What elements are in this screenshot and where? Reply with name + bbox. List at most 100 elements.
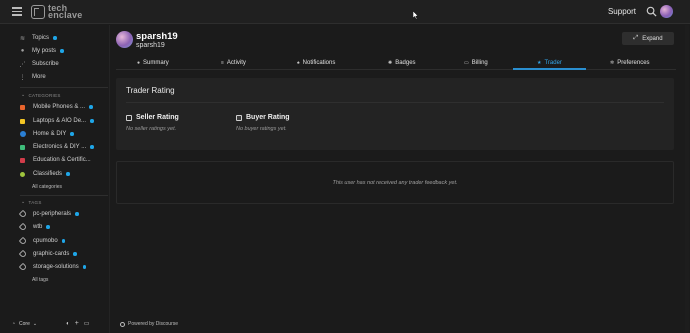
category-color-swatch: [20, 171, 25, 177]
unread-dot: [61, 239, 66, 243]
tab-billing[interactable]: ▭ Billing: [464, 56, 488, 70]
category-label: Mobile Phones & ...: [33, 104, 86, 110]
powered-by-label: Powered by Discourse: [128, 321, 179, 327]
ellipsis-icon: ⋮: [19, 74, 26, 81]
sidebar-item-label: Topics: [32, 35, 50, 41]
sidebar-tag-wtb[interactable]: wtb: [18, 222, 50, 232]
palette-icon: ◔: [12, 320, 16, 327]
tag-label: wtb: [33, 224, 43, 230]
profile-tabs: ● Summary ≡ Activity ♠ Notifications ✺ B…: [116, 56, 676, 70]
unread-dot: [70, 132, 74, 136]
unread-dot: [90, 119, 94, 123]
tags-heading[interactable]: ⌄ TAGS: [21, 199, 42, 205]
bars-icon: ≡: [221, 60, 224, 66]
sidebar-item-subscribe[interactable]: ⋰ Subscribe: [19, 59, 59, 69]
discourse-logo-icon: [120, 321, 125, 327]
sidebar-category-electronics[interactable]: Electronics & DIY ...: [19, 142, 94, 152]
tag-icon: [18, 262, 28, 272]
buyer-rating-section: Buyer Rating No buyer ratings yet.: [236, 114, 290, 132]
sidebar-item-label: More: [32, 74, 46, 80]
search-icon[interactable]: [646, 6, 657, 17]
sidebar-category-classifieds[interactable]: Classifieds: [19, 169, 70, 179]
gear-icon: ✲: [610, 60, 615, 66]
rss-icon: ⋰: [19, 61, 26, 68]
sidebar-tag-pc-peripherals[interactable]: pc-peripherals: [18, 209, 79, 219]
expand-label: Expand: [642, 35, 663, 42]
category-label: Classifieds: [33, 171, 63, 177]
sidebar-category-education[interactable]: Education & Certific...: [19, 155, 91, 165]
unread-dot: [73, 252, 77, 256]
categories-heading[interactable]: ⌄ CATEGORIES: [21, 92, 61, 98]
trader-rating-panel: Trader Rating Seller Rating No seller ra…: [116, 78, 674, 150]
tab-label: Preferences: [617, 60, 650, 66]
sidebar-item-more[interactable]: ⋮ More: [19, 72, 46, 82]
hamburger-menu-icon[interactable]: [12, 7, 22, 16]
profile-username: sparsh19: [136, 31, 178, 42]
unread-dot: [46, 225, 50, 229]
category-color-swatch: [20, 118, 25, 124]
user-avatar-button[interactable]: [660, 5, 673, 18]
active-tab-indicator: [513, 68, 586, 70]
seller-rating-heading: Seller Rating: [126, 114, 179, 121]
theme-selector[interactable]: Core: [19, 321, 30, 327]
sidebar-divider: [20, 195, 108, 196]
unread-dot: [90, 145, 94, 149]
add-icon[interactable]: +: [75, 320, 79, 327]
sidebar-tag-storage-solutions[interactable]: storage-solutions: [18, 262, 87, 272]
keyboard-icon[interactable]: ▭: [84, 320, 90, 327]
all-tags-link[interactable]: All tags: [32, 275, 48, 285]
unread-dot: [82, 265, 87, 269]
tag-label: cpumobo: [33, 238, 58, 244]
tag-label: graphic-cards: [33, 251, 70, 257]
logo-mark-icon: [31, 5, 45, 19]
tab-summary[interactable]: ● Summary: [137, 56, 169, 70]
category-label: Electronics & DIY ...: [33, 144, 87, 150]
sidebar-category-laptops[interactable]: Laptops & AIO De...: [19, 116, 94, 126]
seller-rating-section: Seller Rating No seller ratings yet.: [126, 114, 179, 132]
tab-preferences[interactable]: ✲ Preferences: [610, 56, 650, 70]
tab-badges[interactable]: ✺ Badges: [388, 56, 416, 70]
trader-feedback-panel: This user has not received any trader fe…: [116, 161, 674, 204]
panel-divider: [126, 102, 664, 103]
tab-notifications[interactable]: ♠ Notifications: [297, 56, 335, 70]
profile-avatar[interactable]: [116, 31, 133, 48]
tab-label: Billing: [471, 60, 488, 66]
bell-icon: ♠: [297, 60, 300, 66]
color-scheme-toggle-icon[interactable]: ◐: [66, 321, 70, 327]
buyer-rating-empty: No buyer ratings yet.: [236, 126, 287, 132]
expand-button[interactable]: ⤢ Expand: [622, 32, 674, 45]
layers-icon: ≋: [19, 35, 26, 42]
trader-rating-title: Trader Rating: [126, 86, 175, 95]
category-label: Education & Certific...: [33, 157, 91, 163]
feedback-empty-message: This user has not received any trader fe…: [332, 179, 458, 186]
sidebar-tag-cpumobo[interactable]: cpumobo: [18, 236, 66, 246]
tab-activity[interactable]: ≡ Activity: [221, 56, 246, 70]
unread-dot: [66, 172, 70, 176]
scrollbar[interactable]: [685, 25, 689, 333]
powered-by-discourse[interactable]: Powered by Discourse: [120, 321, 178, 327]
seller-rating-empty: No seller ratings yet.: [126, 126, 177, 132]
all-categories-link[interactable]: All categories: [32, 182, 62, 192]
sidebar-item-my-posts[interactable]: ● My posts: [19, 46, 64, 56]
tab-label: Trader: [544, 60, 562, 66]
tags-heading-label: TAGS: [28, 199, 42, 205]
unread-dot: [75, 212, 79, 216]
site-logo[interactable]: tech enclave: [31, 3, 82, 21]
sidebar-category-home-diy[interactable]: Home & DIY: [19, 129, 74, 139]
certificate-icon: ✺: [388, 60, 393, 66]
support-link[interactable]: Support: [608, 7, 636, 16]
profile-subname: sparsh19: [136, 42, 165, 49]
chevron-down-icon: ⌄: [21, 199, 26, 205]
sidebar-item-label: My posts: [32, 48, 57, 54]
unread-dot: [89, 105, 93, 109]
unread-dot: [53, 36, 57, 40]
sidebar-tag-graphic-cards[interactable]: graphic-cards: [18, 249, 77, 259]
sidebar-item-topics[interactable]: ≋ Topics: [19, 33, 57, 43]
globe-icon: [20, 131, 26, 137]
tab-label: Summary: [143, 60, 169, 66]
category-color-swatch: [20, 157, 25, 163]
sidebar-category-mobile-phones[interactable]: Mobile Phones & ...: [19, 102, 93, 112]
categories-heading-label: CATEGORIES: [28, 92, 61, 98]
shopping-bag-icon: [236, 114, 242, 121]
tag-icon: [18, 222, 28, 232]
